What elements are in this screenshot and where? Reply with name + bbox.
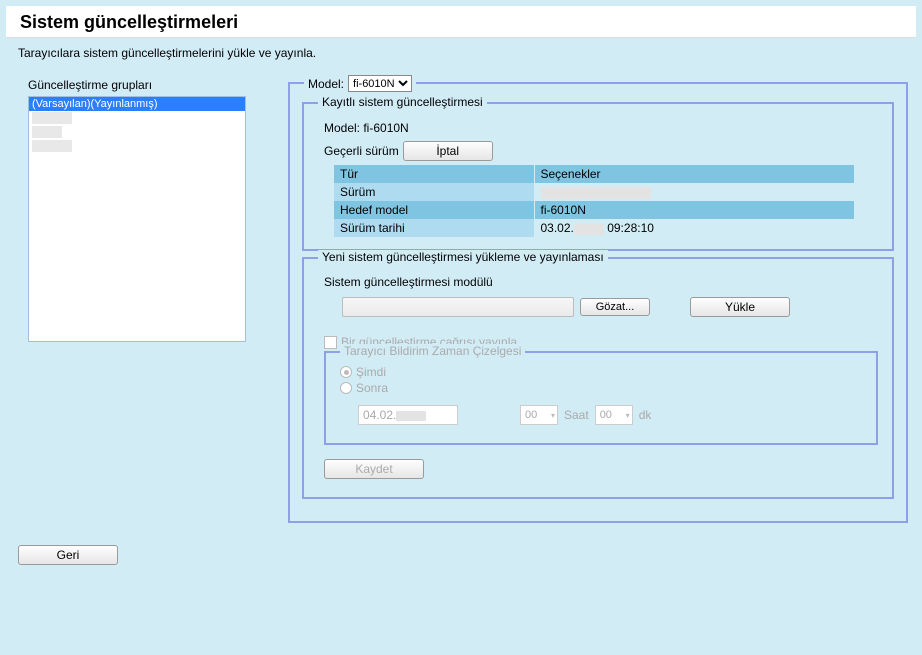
radio-now-label: Şimdi	[356, 365, 386, 379]
registered-fieldset: Kayıtlı sistem güncelleştirmesi Model: f…	[302, 102, 894, 251]
browse-button[interactable]: Gözat...	[580, 298, 650, 316]
file-path-input[interactable]	[342, 297, 574, 317]
list-item[interactable]: .	[29, 139, 245, 153]
upload-button[interactable]: Yükle	[690, 297, 790, 317]
publish-checkbox[interactable]	[324, 336, 337, 349]
page-subtitle: Tarayıcılara sistem güncelleştirmelerini…	[18, 46, 922, 60]
current-version-label: Geçerli sürüm	[324, 144, 399, 158]
list-item[interactable]: .	[29, 111, 245, 125]
page-title: Sistem güncelleştirmeleri	[6, 6, 916, 38]
col-version: Sürüm	[334, 183, 534, 201]
radio-now[interactable]	[340, 366, 352, 378]
schedule-fieldset: Tarayıcı Bildirim Zaman Çizelgesi Şimdi …	[324, 351, 878, 445]
col-type: Tür	[334, 165, 534, 183]
col-date: Sürüm tarihi	[334, 219, 534, 237]
hour-select[interactable]: 00▾	[520, 405, 558, 425]
cancel-button[interactable]: İptal	[403, 141, 493, 161]
info-table: Tür Seçenekler Sürüm . Hedef model fi-60…	[334, 165, 854, 237]
hour-unit: Saat	[564, 408, 589, 422]
schedule-legend: Tarayıcı Bildirim Zaman Çizelgesi	[340, 344, 525, 358]
groups-listbox[interactable]: (Varsayılan)(Yayınlanmış) . . .	[28, 96, 246, 342]
model-label: Model:	[308, 77, 344, 91]
registered-legend: Kayıtlı sistem güncelleştirmesi	[318, 95, 487, 109]
registered-model: Model: fi-6010N	[324, 121, 878, 135]
model-select[interactable]: fi-6010N	[348, 75, 412, 92]
radio-later[interactable]	[340, 382, 352, 394]
list-item[interactable]: .	[29, 125, 245, 139]
save-button[interactable]: Kaydet	[324, 459, 424, 479]
upload-legend: Yeni sistem güncelleştirmesi yükleme ve …	[318, 250, 608, 264]
groups-label: Güncelleştirme grupları	[28, 78, 288, 92]
val-type: Seçenekler	[534, 165, 854, 183]
date-input[interactable]: 04.02..	[358, 405, 458, 425]
radio-later-label: Sonra	[356, 381, 388, 395]
val-version: .	[534, 183, 854, 201]
col-target: Hedef model	[334, 201, 534, 219]
val-date: 03.02.. 09:28:10	[534, 219, 854, 237]
model-fieldset: Model: fi-6010N Kayıtlı sistem güncelleş…	[288, 82, 908, 523]
back-button[interactable]: Geri	[18, 545, 118, 565]
list-item[interactable]: (Varsayılan)(Yayınlanmış)	[29, 97, 245, 111]
minute-unit: dk	[639, 408, 652, 422]
val-target: fi-6010N	[534, 201, 854, 219]
module-label: Sistem güncelleştirmesi modülü	[324, 275, 878, 289]
upload-fieldset: Yeni sistem güncelleştirmesi yükleme ve …	[302, 257, 894, 499]
minute-select[interactable]: 00▾	[595, 405, 633, 425]
